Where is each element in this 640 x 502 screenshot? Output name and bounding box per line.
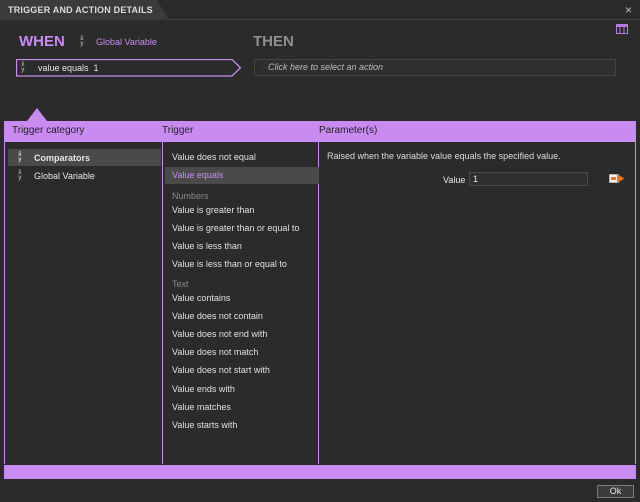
category-item-global-variable[interactable]: x̄ y Global Variable — [8, 167, 161, 184]
trigger-item[interactable]: Value starts with — [165, 417, 319, 434]
trigger-category-header: Trigger category — [12, 125, 85, 136]
footer-bar — [4, 465, 636, 479]
trigger-item[interactable]: Value matches — [165, 399, 319, 416]
global-variable-link[interactable]: x̄ y Global Variable — [80, 36, 157, 47]
trigger-item-selected[interactable]: Value equals — [165, 167, 319, 184]
trigger-item[interactable]: Value does not contain — [165, 308, 319, 325]
ok-button[interactable]: Ok — [597, 485, 634, 498]
category-item-comparators[interactable]: x̄ y Comparators — [8, 149, 161, 166]
insert-variable-icon[interactable] — [609, 173, 625, 184]
layout-settings-icon[interactable] — [616, 24, 628, 34]
window-tab-title: TRIGGER AND ACTION DETAILS — [0, 0, 169, 20]
when-trigger-value: 1 — [93, 62, 99, 73]
trigger-category-list: x̄ y Comparators x̄ y Global Variable — [4, 142, 162, 464]
parameter-description: Raised when the variable value equals th… — [327, 151, 561, 161]
trigger-item[interactable]: Value is less than or equal to — [165, 256, 319, 273]
trigger-item[interactable]: Value ends with — [165, 381, 319, 398]
value-input[interactable] — [469, 172, 588, 186]
selection-pointer — [27, 108, 47, 121]
value-label: Value — [443, 175, 466, 185]
category-label: Global Variable — [34, 170, 95, 181]
trigger-item[interactable]: Value does not start with — [165, 362, 319, 379]
when-heading: WHEN — [19, 33, 65, 50]
trigger-item[interactable]: Value does not equal — [165, 149, 319, 166]
parameters-panel: Raised when the variable value equals th… — [319, 142, 636, 464]
variable-icon: x̄ y — [21, 61, 25, 73]
then-heading: THEN — [253, 33, 294, 50]
variable-icon: x̄ y — [18, 169, 22, 181]
trigger-item[interactable]: Value is greater than — [165, 202, 319, 219]
trigger-header: Trigger — [162, 125, 194, 136]
select-action-box[interactable]: Click here to select an action — [254, 59, 616, 76]
parameters-header: Parameter(s) — [319, 125, 378, 136]
variable-icon: x̄ y — [18, 151, 22, 163]
close-icon[interactable]: × — [625, 3, 632, 17]
trigger-group-numbers: Numbers — [172, 191, 209, 201]
when-trigger-name: value equals — [38, 62, 89, 73]
variable-icon: x̄ y — [80, 35, 84, 47]
trigger-list: Value does not equal Value equals Number… — [162, 142, 319, 464]
category-label: Comparators — [34, 152, 91, 163]
column-header-bar: Trigger category Trigger Parameter(s) — [4, 121, 636, 142]
title-bar: TRIGGER AND ACTION DETAILS × — [0, 0, 640, 20]
trigger-item[interactable]: Value is less than — [165, 238, 319, 255]
trigger-item[interactable]: Value does not match — [165, 344, 319, 361]
trigger-item[interactable]: Value contains — [165, 290, 319, 307]
trigger-group-text: Text — [172, 279, 189, 289]
global-variable-link-label: Global Variable — [96, 36, 157, 47]
when-trigger-box[interactable]: x̄ y value equals 1 — [16, 59, 242, 77]
trigger-item[interactable]: Value does not end with — [165, 326, 319, 343]
trigger-item[interactable]: Value is greater than or equal to — [165, 220, 319, 237]
